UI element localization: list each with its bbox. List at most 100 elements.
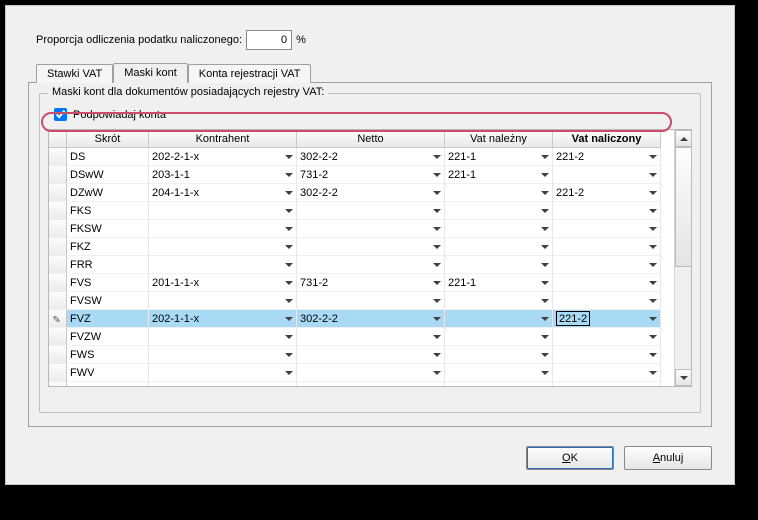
dropdown-icon[interactable]: [649, 263, 657, 267]
dropdown-icon[interactable]: [433, 281, 441, 285]
dropdown-icon[interactable]: [649, 245, 657, 249]
tab-konta-rejestracji-vat[interactable]: Konta rejestracji VAT: [188, 64, 312, 83]
scroll-up-button[interactable]: [675, 130, 692, 147]
row-handle[interactable]: [49, 202, 67, 220]
cell-skrot[interactable]: DSwW: [67, 166, 149, 184]
dropdown-icon[interactable]: [285, 353, 293, 357]
suggest-accounts-checkbox[interactable]: [54, 108, 67, 121]
row-handle[interactable]: [49, 220, 67, 238]
cell-vat-nalezny[interactable]: [445, 364, 553, 382]
cell-vat-nalezny[interactable]: [445, 184, 553, 202]
cell-skrot[interactable]: FKSW: [67, 220, 149, 238]
ok-button[interactable]: OK: [526, 446, 614, 470]
cell-vat-naliczony[interactable]: [553, 220, 661, 238]
cell-netto[interactable]: 731-2: [297, 274, 445, 292]
table-row[interactable]: FKS: [49, 202, 674, 220]
cell-vat-nalezny[interactable]: [445, 238, 553, 256]
cell-skrot[interactable]: FWV: [67, 364, 149, 382]
cell-vat-naliczony[interactable]: [553, 382, 661, 386]
cell-vat-naliczony[interactable]: [553, 292, 661, 310]
table-row[interactable]: FKZ: [49, 238, 674, 256]
cell-skrot[interactable]: DZwW: [67, 184, 149, 202]
cell-vat-naliczony[interactable]: 221-2: [553, 184, 661, 202]
cell-vat-naliczony[interactable]: [553, 328, 661, 346]
dropdown-icon[interactable]: [649, 281, 657, 285]
cell-netto[interactable]: 302-2-2: [297, 310, 445, 328]
dropdown-icon[interactable]: [649, 335, 657, 339]
dropdown-icon[interactable]: [649, 227, 657, 231]
dropdown-icon[interactable]: [433, 173, 441, 177]
dropdown-icon[interactable]: [541, 263, 549, 267]
dropdown-icon[interactable]: [433, 209, 441, 213]
header-kontrahent[interactable]: Kontrahent: [149, 130, 297, 148]
dropdown-icon[interactable]: [433, 191, 441, 195]
header-vat-naliczony[interactable]: Vat naliczony: [553, 130, 661, 148]
cell-skrot[interactable]: FKZ: [67, 238, 149, 256]
dropdown-icon[interactable]: [541, 227, 549, 231]
cell-netto[interactable]: [297, 328, 445, 346]
row-handle[interactable]: [49, 256, 67, 274]
cell-vat-nalezny[interactable]: [445, 256, 553, 274]
dropdown-icon[interactable]: [285, 371, 293, 375]
cell-netto[interactable]: [297, 238, 445, 256]
dropdown-icon[interactable]: [433, 263, 441, 267]
cell-vat-naliczony[interactable]: 221-2: [553, 148, 661, 166]
cell-netto[interactable]: [297, 256, 445, 274]
cell-kontrahent[interactable]: [149, 328, 297, 346]
row-handle[interactable]: [49, 292, 67, 310]
dropdown-icon[interactable]: [649, 191, 657, 195]
cell-vat-nalezny[interactable]: 221-1: [445, 148, 553, 166]
dropdown-icon[interactable]: [285, 263, 293, 267]
dropdown-icon[interactable]: [649, 317, 657, 321]
row-handle[interactable]: [49, 184, 67, 202]
table-row[interactable]: FVZW: [49, 328, 674, 346]
header-vat-nalezny[interactable]: Vat należny: [445, 130, 553, 148]
cell-skrot[interactable]: FVZ: [67, 310, 149, 328]
dropdown-icon[interactable]: [649, 209, 657, 213]
dropdown-icon[interactable]: [433, 353, 441, 357]
dropdown-icon[interactable]: [285, 155, 293, 159]
dropdown-icon[interactable]: [541, 317, 549, 321]
cell-vat-naliczony[interactable]: [553, 274, 661, 292]
scroll-thumb[interactable]: [675, 147, 692, 267]
dropdown-icon[interactable]: [649, 299, 657, 303]
table-row[interactable]: FWV: [49, 364, 674, 382]
tab-stawki-vat[interactable]: Stawki VAT: [36, 64, 113, 83]
table-row[interactable]: DS202-2-1-x302-2-2221-1221-2: [49, 148, 674, 166]
header-handle[interactable]: [49, 130, 67, 148]
cell-vat-naliczony[interactable]: [553, 166, 661, 184]
dropdown-icon[interactable]: [285, 173, 293, 177]
vertical-scrollbar[interactable]: [674, 130, 691, 386]
cell-kontrahent[interactable]: [149, 346, 297, 364]
cell-kontrahent[interactable]: 202-1-1-x: [149, 310, 297, 328]
table-row[interactable]: DZwW204-1-1-x302-2-2221-2: [49, 184, 674, 202]
cell-netto[interactable]: 731-2: [297, 166, 445, 184]
table-row[interactable]: FRR: [49, 256, 674, 274]
cell-kontrahent[interactable]: [149, 238, 297, 256]
dropdown-icon[interactable]: [433, 335, 441, 339]
cell-netto[interactable]: [297, 220, 445, 238]
cell-kontrahent[interactable]: [149, 364, 297, 382]
cell-vat-naliczony[interactable]: [553, 238, 661, 256]
dropdown-icon[interactable]: [285, 335, 293, 339]
cell-kontrahent[interactable]: [149, 202, 297, 220]
cell-skrot[interactable]: FVS: [67, 274, 149, 292]
table-row[interactable]: DSwW203-1-1731-2221-1: [49, 166, 674, 184]
dropdown-icon[interactable]: [541, 209, 549, 213]
cell-skrot[interactable]: FRR: [67, 256, 149, 274]
dropdown-icon[interactable]: [433, 317, 441, 321]
dropdown-icon[interactable]: [649, 353, 657, 357]
row-handle[interactable]: [49, 364, 67, 382]
dropdown-icon[interactable]: [649, 155, 657, 159]
row-handle[interactable]: [49, 382, 67, 386]
dropdown-icon[interactable]: [433, 227, 441, 231]
row-handle[interactable]: [49, 238, 67, 256]
cell-vat-naliczony[interactable]: 221-2: [553, 310, 661, 328]
dropdown-icon[interactable]: [541, 155, 549, 159]
cell-vat-nalezny[interactable]: 221-1: [445, 274, 553, 292]
dropdown-icon[interactable]: [285, 317, 293, 321]
row-handle[interactable]: [49, 310, 67, 328]
row-handle[interactable]: [49, 346, 67, 364]
cell-vat-nalezny[interactable]: 221-1: [445, 166, 553, 184]
cell-vat-naliczony[interactable]: [553, 256, 661, 274]
